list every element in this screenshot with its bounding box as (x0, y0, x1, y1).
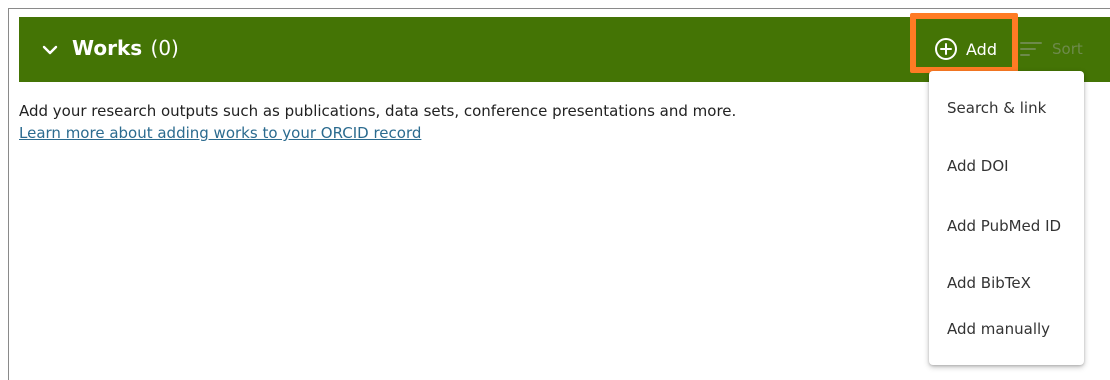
chevron-down-icon[interactable] (41, 41, 59, 59)
add-button-label: Add (966, 39, 997, 59)
works-count: (0) (150, 36, 179, 60)
add-button[interactable]: Add (934, 36, 997, 62)
sort-button-label: Sort (1052, 40, 1083, 58)
sort-button[interactable]: Sort (1020, 38, 1083, 60)
section-title: Works (0) (72, 36, 179, 60)
learn-more-link[interactable]: Learn more about adding works to your OR… (19, 124, 421, 142)
works-description: Add your research outputs such as public… (19, 100, 736, 144)
menu-item-add-manually[interactable]: Add manually (947, 320, 1050, 338)
plus-circle-icon (935, 38, 957, 60)
add-works-dropdown-menu: Search & link Add DOI Add PubMed ID Add … (929, 71, 1084, 365)
menu-item-add-bibtex[interactable]: Add BibTeX (947, 274, 1031, 292)
menu-item-add-pubmed-id[interactable]: Add PubMed ID (947, 217, 1061, 235)
section-title-text: Works (72, 36, 143, 60)
menu-item-add-doi[interactable]: Add DOI (947, 157, 1009, 175)
description-text: Add your research outputs such as public… (19, 102, 737, 120)
menu-item-search-link[interactable]: Search & link (947, 99, 1046, 117)
sort-lines-icon (1020, 42, 1042, 56)
